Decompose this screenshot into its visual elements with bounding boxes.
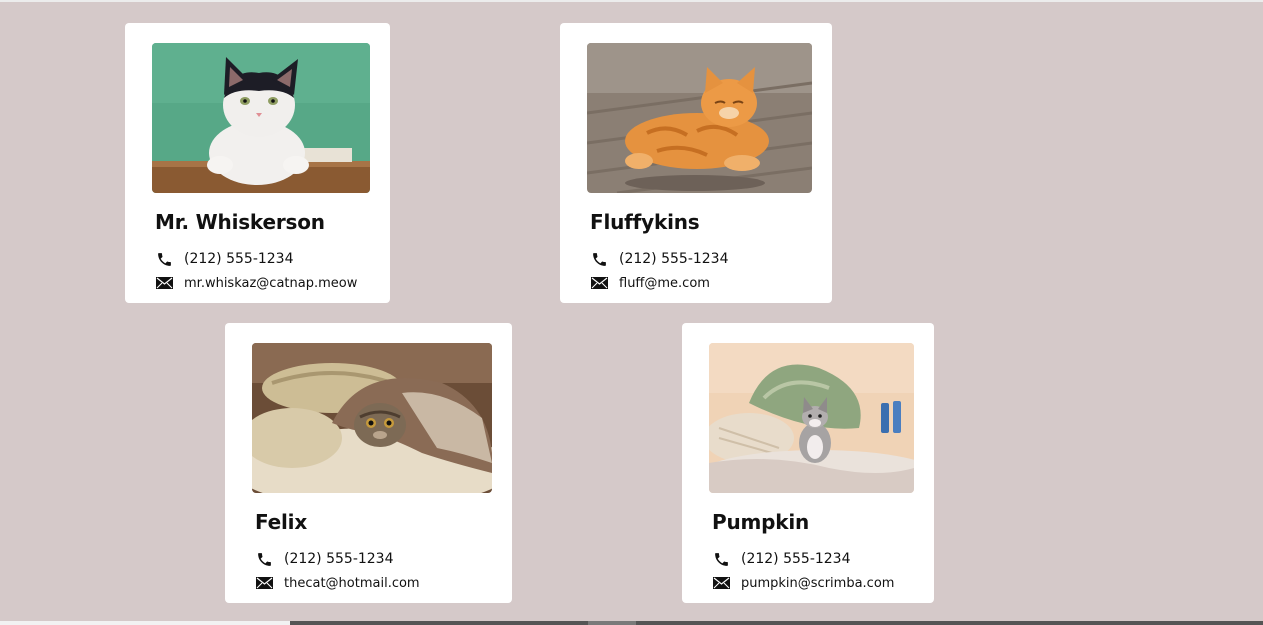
cat-photo xyxy=(152,43,370,193)
cat-name: Felix xyxy=(255,510,308,534)
phone-row: (212) 555-1234 xyxy=(155,250,294,268)
envelope-icon xyxy=(712,574,730,592)
cat-photo xyxy=(709,343,914,493)
email-row: fluff@me.com xyxy=(590,274,710,292)
cat-name: Fluffykins xyxy=(590,210,700,234)
horizontal-scrollbar[interactable] xyxy=(0,621,1263,625)
envelope-icon xyxy=(590,274,608,292)
email-address[interactable]: mr.whiskaz@catnap.meow xyxy=(184,276,357,291)
email-address[interactable]: pumpkin@scrimba.com xyxy=(741,576,894,591)
phone-icon xyxy=(712,550,730,568)
envelope-icon xyxy=(255,574,273,592)
phone-row: (212) 555-1234 xyxy=(590,250,729,268)
window-top-edge xyxy=(0,0,1263,2)
email-row: thecat@hotmail.com xyxy=(255,574,420,592)
scrollbar-thumb[interactable] xyxy=(588,621,636,625)
phone-number[interactable]: (212) 555-1234 xyxy=(184,251,294,267)
phone-number[interactable]: (212) 555-1234 xyxy=(741,551,851,567)
phone-icon xyxy=(255,550,273,568)
cat-name: Mr. Whiskerson xyxy=(155,210,325,234)
phone-row: (212) 555-1234 xyxy=(255,550,394,568)
cat-name: Pumpkin xyxy=(712,510,810,534)
phone-icon xyxy=(155,250,173,268)
contact-card-felix: Felix (212) 555-1234 thecat@hotmail.com xyxy=(225,323,512,603)
contact-card-pumpkin: Pumpkin (212) 555-1234 pumpkin@scrimba.c… xyxy=(682,323,934,603)
phone-number[interactable]: (212) 555-1234 xyxy=(284,551,394,567)
email-row: mr.whiskaz@catnap.meow xyxy=(155,274,357,292)
email-address[interactable]: thecat@hotmail.com xyxy=(284,576,420,591)
contact-card-mr-whiskerson: Mr. Whiskerson (212) 555-1234 mr.whiskaz… xyxy=(125,23,390,303)
phone-row: (212) 555-1234 xyxy=(712,550,851,568)
contact-card-fluffykins: Fluffykins (212) 555-1234 fluff@me.com xyxy=(560,23,832,303)
scrollbar-track xyxy=(0,621,290,625)
phone-number[interactable]: (212) 555-1234 xyxy=(619,251,729,267)
cat-photo xyxy=(587,43,812,193)
cat-photo xyxy=(252,343,492,493)
phone-icon xyxy=(590,250,608,268)
envelope-icon xyxy=(155,274,173,292)
email-row: pumpkin@scrimba.com xyxy=(712,574,894,592)
email-address[interactable]: fluff@me.com xyxy=(619,276,710,291)
